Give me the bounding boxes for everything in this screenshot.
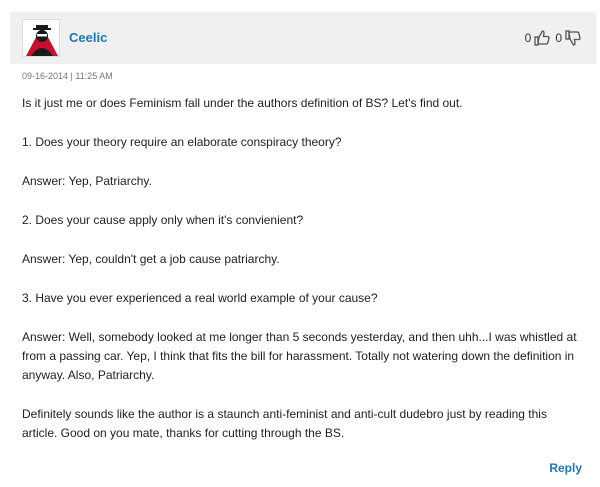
thumbs-down-icon[interactable] <box>564 29 582 47</box>
comment-paragraph: Answer: Well, somebody looked at me long… <box>22 330 577 382</box>
avatar[interactable] <box>22 19 60 57</box>
comment-paragraph: Answer: Yep, Patriarchy. <box>22 174 152 188</box>
comment-paragraph: Definitely sounds like the author is a s… <box>22 407 547 440</box>
thumbs-up-icon[interactable] <box>533 29 551 47</box>
comment-header: Ceelic 0 0 <box>10 12 596 64</box>
username-link[interactable]: Ceelic <box>69 30 107 45</box>
vote-controls: 0 0 <box>523 29 584 47</box>
upvote-count: 0 <box>524 31 532 45</box>
comment-paragraph: 2. Does your cause apply only when it's … <box>22 213 304 227</box>
masked-figure-avatar-icon <box>23 20 59 56</box>
reply-link[interactable]: Reply <box>549 461 582 475</box>
comment-timestamp: 09-16-2014 | 11:25 AM <box>22 71 113 81</box>
comment-paragraph: Answer: Yep, couldn't get a job cause pa… <box>22 252 280 266</box>
comment-paragraph: Is it just me or does Feminism fall unde… <box>22 96 463 110</box>
comment-paragraph: 1. Does your theory require an elaborate… <box>22 135 342 149</box>
comment-body: Is it just me or does Feminism fall unde… <box>22 94 582 463</box>
downvote-count: 0 <box>555 31 562 45</box>
comment-paragraph: 3. Have you ever experienced a real worl… <box>22 291 378 305</box>
